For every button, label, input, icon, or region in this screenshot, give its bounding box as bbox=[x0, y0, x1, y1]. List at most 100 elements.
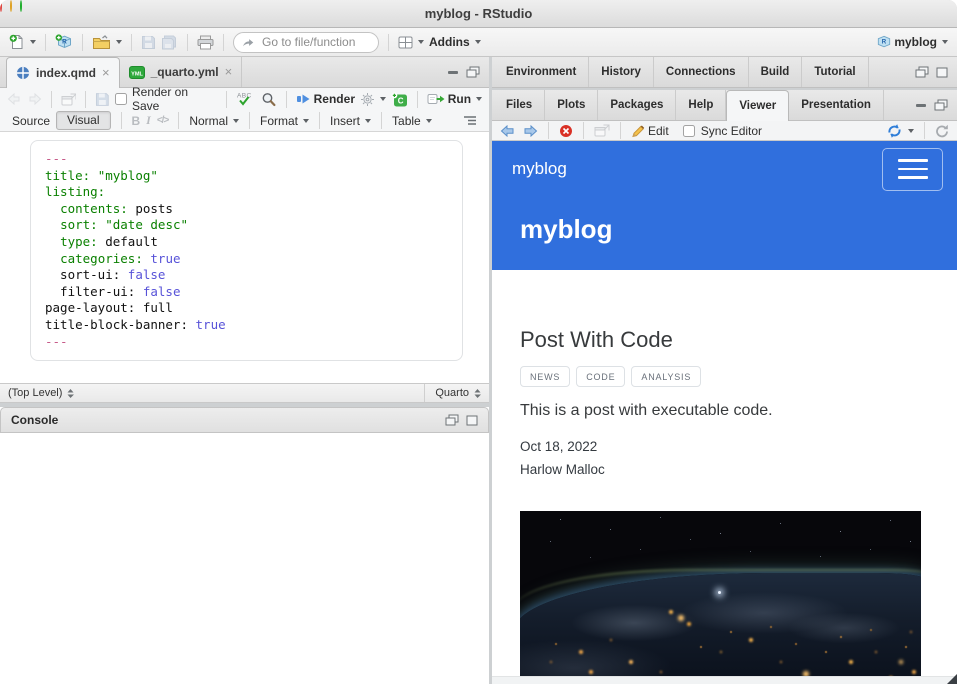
tab-history[interactable]: History bbox=[589, 57, 654, 87]
project-menu-button[interactable]: R myblog bbox=[876, 35, 948, 49]
insert-menu[interactable]: Insert bbox=[330, 114, 371, 128]
project-caret[interactable] bbox=[942, 40, 948, 44]
minimize-pane-icon[interactable] bbox=[915, 100, 927, 110]
tab-tutorial[interactable]: Tutorial bbox=[802, 57, 868, 87]
tab-environment[interactable]: Environment bbox=[494, 57, 589, 87]
new-project-icon: R bbox=[55, 34, 73, 50]
visual-editor-canvas[interactable]: ---title: "myblog"listing: contents: pos… bbox=[0, 132, 489, 383]
tab-connections[interactable]: Connections bbox=[654, 57, 749, 87]
goto-file-search[interactable] bbox=[233, 32, 379, 53]
table-menu[interactable]: Table bbox=[392, 114, 432, 128]
category-badge[interactable]: NEWS bbox=[520, 366, 570, 387]
workspace-panes-button[interactable] bbox=[398, 36, 424, 49]
edit-button[interactable]: Edit bbox=[631, 124, 669, 138]
maximize-pane-icon[interactable] bbox=[936, 67, 948, 78]
open-in-new-window-icon[interactable] bbox=[594, 124, 610, 137]
new-project-button[interactable]: R bbox=[55, 34, 73, 50]
new-file-caret[interactable] bbox=[30, 40, 36, 44]
post-meta: Oct 18, 2022 Harlow Malloc bbox=[520, 435, 921, 481]
visual-mode-button[interactable]: Visual bbox=[56, 111, 110, 130]
tab-build[interactable]: Build bbox=[749, 57, 803, 87]
blog-navbar-title[interactable]: myblog bbox=[512, 159, 567, 179]
tab-help[interactable]: Help bbox=[676, 90, 726, 120]
mode-selector[interactable]: Quarto bbox=[424, 384, 481, 402]
insert-chunk-icon[interactable]: C bbox=[391, 92, 408, 107]
close-tab-icon[interactable]: × bbox=[225, 67, 233, 77]
maximize-pane-icon[interactable] bbox=[466, 66, 480, 78]
sync-button[interactable] bbox=[886, 124, 914, 138]
spellcheck-icon[interactable]: ABC bbox=[236, 91, 256, 107]
paragraph-style-dropdown[interactable]: Normal bbox=[189, 114, 239, 128]
source-mode-button[interactable]: Source bbox=[12, 114, 50, 128]
close-window-button[interactable] bbox=[0, 0, 2, 12]
viewer-back-icon[interactable] bbox=[500, 125, 516, 137]
scope-selector[interactable]: (Top Level) bbox=[8, 387, 62, 399]
tab-quarto-yml[interactable]: YML _quarto.yml × bbox=[120, 57, 243, 87]
back-icon[interactable] bbox=[7, 93, 22, 105]
console-header[interactable]: Console bbox=[0, 407, 489, 433]
viewer-forward-icon[interactable] bbox=[522, 125, 538, 137]
refresh-icon[interactable] bbox=[935, 124, 949, 138]
sync-caret[interactable] bbox=[908, 129, 914, 133]
clear-viewer-icon[interactable] bbox=[559, 124, 573, 138]
restore-pane-icon[interactable] bbox=[445, 414, 459, 426]
yaml-code-block[interactable]: ---title: "myblog"listing: contents: pos… bbox=[30, 140, 463, 361]
addins-caret[interactable] bbox=[475, 40, 481, 44]
tab-presentation[interactable]: Presentation bbox=[789, 90, 884, 120]
code-button[interactable]: </> bbox=[157, 115, 168, 126]
goto-file-input[interactable] bbox=[260, 34, 370, 50]
console-body[interactable] bbox=[0, 433, 489, 684]
tab-files[interactable]: Files bbox=[494, 90, 545, 120]
italic-button[interactable]: I bbox=[146, 113, 151, 128]
render-settings-button[interactable] bbox=[360, 92, 386, 107]
open-folder-icon bbox=[92, 35, 111, 50]
save-icon[interactable] bbox=[95, 92, 110, 107]
outline-toggle-icon[interactable] bbox=[463, 115, 477, 127]
save-button[interactable] bbox=[141, 35, 156, 50]
sync-editor-checkbox[interactable] bbox=[683, 125, 695, 137]
open-in-new-window-icon[interactable] bbox=[61, 93, 77, 106]
minimize-window-button[interactable] bbox=[10, 0, 12, 12]
yml-file-icon: YML bbox=[129, 66, 145, 79]
run-caret[interactable] bbox=[476, 97, 482, 101]
tab-viewer[interactable]: Viewer bbox=[726, 90, 789, 121]
panes-caret[interactable] bbox=[418, 40, 424, 44]
render-button[interactable]: Render bbox=[296, 92, 355, 106]
category-badge[interactable]: CODE bbox=[576, 366, 625, 387]
open-file-caret[interactable] bbox=[116, 40, 122, 44]
open-file-button[interactable] bbox=[92, 35, 122, 50]
files-tabbar: Files Plots Packages Help Viewer Present… bbox=[492, 90, 957, 121]
zoom-window-button[interactable] bbox=[20, 0, 22, 12]
blog-banner-title: myblog bbox=[520, 214, 612, 244]
close-tab-icon[interactable]: × bbox=[102, 68, 110, 78]
addins-button[interactable]: Addins bbox=[429, 35, 481, 49]
minimize-pane-icon[interactable] bbox=[447, 67, 459, 77]
new-file-button[interactable] bbox=[9, 34, 36, 50]
forward-icon[interactable] bbox=[27, 93, 42, 105]
pane-window-buttons bbox=[447, 57, 489, 87]
run-button[interactable]: Run bbox=[427, 92, 482, 106]
render-settings-caret[interactable] bbox=[380, 97, 386, 101]
find-replace-icon[interactable] bbox=[261, 92, 277, 107]
run-icon bbox=[427, 93, 446, 106]
tab-plots[interactable]: Plots bbox=[545, 90, 598, 120]
toolbar-separator bbox=[121, 112, 122, 129]
maximize-pane-icon[interactable] bbox=[934, 99, 948, 111]
navbar-toggler-button[interactable] bbox=[882, 148, 943, 191]
restore-pane-icon[interactable] bbox=[915, 66, 929, 78]
bold-button[interactable]: B bbox=[132, 114, 141, 128]
run-label: Run bbox=[448, 92, 471, 106]
category-badge[interactable]: ANALYSIS bbox=[631, 366, 701, 387]
post-article: Post With Code NEWS CODE ANALYSIS This i… bbox=[492, 270, 957, 676]
tab-packages[interactable]: Packages bbox=[598, 90, 676, 120]
print-button[interactable] bbox=[197, 35, 214, 50]
render-on-save-checkbox[interactable] bbox=[115, 93, 127, 105]
window-resize-grip[interactable] bbox=[947, 674, 957, 684]
svg-text:C: C bbox=[398, 96, 404, 105]
maximize-pane-icon[interactable] bbox=[466, 415, 478, 426]
goto-arrow-icon bbox=[242, 37, 254, 48]
viewer-toolbar: Edit Sync Editor bbox=[492, 121, 957, 141]
format-menu[interactable]: Format bbox=[260, 114, 309, 128]
save-all-button[interactable] bbox=[161, 35, 178, 50]
tab-index-qmd[interactable]: index.qmd × bbox=[6, 57, 120, 88]
